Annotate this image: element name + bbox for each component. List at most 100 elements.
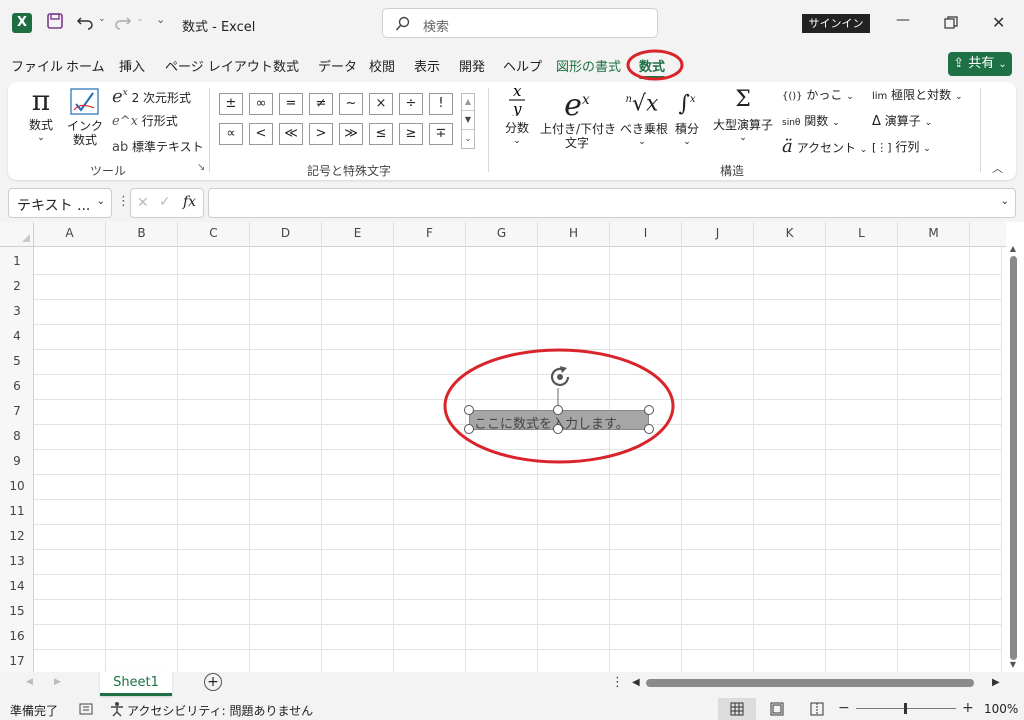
zoom-out-icon[interactable]: − <box>838 700 850 716</box>
symbol-greater-than[interactable]: > <box>309 123 333 145</box>
prev-sheet-icon[interactable]: ◀ <box>26 677 33 687</box>
column-header[interactable]: G <box>466 222 538 246</box>
symbol-times[interactable]: × <box>369 93 393 115</box>
radical-button[interactable]: n√x べき乗根 ⌄ <box>620 84 668 147</box>
column-header[interactable]: B <box>106 222 178 246</box>
worksheet-grid[interactable]: A B C D E F G H I J K L M 1 2 3 4 5 6 7 … <box>0 222 1024 672</box>
tab-review[interactable]: 校閲 <box>369 56 395 75</box>
symbol-minus-plus[interactable]: ∓ <box>429 123 453 145</box>
row-header[interactable]: 11 <box>0 499 34 524</box>
symbol-much-greater[interactable]: ≫ <box>339 123 363 145</box>
symbol-less-equal[interactable]: ≤ <box>369 123 393 145</box>
column-header[interactable]: K <box>754 222 826 246</box>
redo-dropdown-icon[interactable]: ⌄ <box>136 14 144 24</box>
tab-developer[interactable]: 開発 <box>459 56 485 75</box>
matrix-button[interactable]: [⋮] 行列 ⌄ <box>872 138 931 155</box>
bracket-button[interactable]: {()} かっこ ⌄ <box>782 86 854 103</box>
tab-split-grip-icon[interactable]: ⋮ <box>611 675 624 690</box>
row-header[interactable]: 10 <box>0 474 34 499</box>
symbol-infinity[interactable]: ∞ <box>249 93 273 115</box>
page-layout-view-icon[interactable] <box>770 702 784 716</box>
column-header[interactable]: D <box>250 222 322 246</box>
tab-help[interactable]: ヘルプ <box>503 56 542 75</box>
row-header[interactable]: 12 <box>0 524 34 549</box>
horizontal-scroll-thumb[interactable] <box>646 679 974 687</box>
symbol-gallery-scroller[interactable]: ▲ ▼ ⌄ <box>461 93 475 149</box>
fraction-button[interactable]: xy 分数 ⌄ <box>502 82 532 146</box>
next-sheet-icon[interactable]: ▶ <box>54 677 61 687</box>
accent-button[interactable]: ä アクセント ⌄ <box>782 136 867 157</box>
cell-mode-icon[interactable] <box>79 702 93 716</box>
gallery-up-icon[interactable]: ▲ <box>462 94 474 110</box>
normal-text-button[interactable]: ab 標準テキスト <box>112 138 204 155</box>
script-button[interactable]: ex 上付き/下付き 文字 <box>540 84 616 151</box>
function-button[interactable]: sinθ 関数 ⌄ <box>782 112 840 129</box>
scroll-right-icon[interactable]: ▶ <box>992 677 1000 688</box>
collapse-ribbon-icon[interactable]: ︿ <box>992 160 1003 176</box>
formula-input[interactable]: ⌄ <box>208 188 1016 218</box>
column-header[interactable]: A <box>34 222 106 246</box>
enter-icon[interactable]: ✓ <box>159 194 171 210</box>
row-header[interactable]: 13 <box>0 549 34 574</box>
row-header[interactable]: 4 <box>0 324 34 349</box>
cancel-icon[interactable]: ✕ <box>137 195 149 211</box>
scroll-left-icon[interactable]: ◀ <box>632 677 640 688</box>
redo-icon[interactable] <box>114 12 132 30</box>
symbol-not-equal[interactable]: ≠ <box>309 93 333 115</box>
limit-button[interactable]: lim 極限と対数 ⌄ <box>872 86 963 103</box>
symbol-divide[interactable]: ÷ <box>399 93 423 115</box>
zoom-in-icon[interactable]: + <box>962 700 974 716</box>
name-box[interactable]: テキスト ... ⌄ <box>8 188 112 218</box>
search-box[interactable]: 検索 <box>382 8 658 38</box>
formula-bar-grip-icon[interactable]: ⋮ <box>117 194 130 209</box>
share-button[interactable]: ⇪ 共有 ⌄ <box>948 52 1012 76</box>
row-header[interactable]: 17 <box>0 649 34 674</box>
row-header[interactable]: 3 <box>0 299 34 324</box>
ink-equation-button[interactable]: インク 数式 <box>66 88 104 147</box>
scroll-up-icon[interactable]: ▲ <box>1006 244 1020 253</box>
tab-home[interactable]: ホーム <box>66 56 105 75</box>
symbol-much-less[interactable]: ≪ <box>279 123 303 145</box>
normal-view-button[interactable] <box>718 698 756 720</box>
column-header[interactable]: E <box>322 222 394 246</box>
row-header[interactable]: 8 <box>0 424 34 449</box>
row-header[interactable]: 9 <box>0 449 34 474</box>
zoom-level[interactable]: 100% <box>984 702 1018 716</box>
equation-button[interactable]: π 数式 ⌄ <box>24 86 58 144</box>
row-header[interactable]: 16 <box>0 624 34 649</box>
scroll-down-icon[interactable]: ▼ <box>1006 660 1020 669</box>
professional-button[interactable]: ex 2 次元形式 <box>112 86 191 107</box>
restore-icon[interactable] <box>944 16 958 30</box>
column-header[interactable]: F <box>394 222 466 246</box>
add-sheet-icon[interactable]: + <box>204 673 222 691</box>
undo-icon[interactable] <box>76 12 94 30</box>
row-header[interactable]: 5 <box>0 349 34 374</box>
page-break-view-icon[interactable] <box>810 702 824 716</box>
row-header[interactable]: 6 <box>0 374 34 399</box>
zoom-slider-thumb[interactable] <box>904 703 907 714</box>
column-header[interactable]: L <box>826 222 898 246</box>
undo-dropdown-icon[interactable]: ⌄ <box>98 14 106 24</box>
status-accessibility[interactable]: アクセシビリティ: 問題ありません <box>127 702 313 719</box>
gallery-more-icon[interactable]: ⌄ <box>462 129 474 148</box>
tab-insert[interactable]: 挿入 <box>119 56 145 75</box>
sheet-tab-sheet1[interactable]: Sheet1 <box>100 672 172 696</box>
row-header[interactable]: 14 <box>0 574 34 599</box>
row-header[interactable]: 15 <box>0 599 34 624</box>
column-header[interactable]: M <box>898 222 970 246</box>
row-header[interactable]: 7 <box>0 399 34 424</box>
column-header[interactable]: H <box>538 222 610 246</box>
row-header[interactable]: 2 <box>0 274 34 299</box>
vertical-scroll-thumb[interactable] <box>1009 256 1017 660</box>
tab-formulas[interactable]: 数式 <box>273 56 299 75</box>
column-header[interactable]: I <box>610 222 682 246</box>
vertical-scrollbar[interactable]: ▲ ▼ <box>1006 244 1020 674</box>
tab-data[interactable]: データ <box>318 56 357 75</box>
accessibility-icon[interactable] <box>110 701 124 717</box>
gallery-down-icon[interactable]: ▼ <box>462 110 474 129</box>
column-header[interactable]: J <box>682 222 754 246</box>
customize-toolbar-icon[interactable]: ⌄ <box>156 13 165 26</box>
close-icon[interactable]: ✕ <box>992 13 1005 32</box>
insert-function-icon[interactable]: fx <box>183 194 196 210</box>
symbol-greater-equal[interactable]: ≥ <box>399 123 423 145</box>
